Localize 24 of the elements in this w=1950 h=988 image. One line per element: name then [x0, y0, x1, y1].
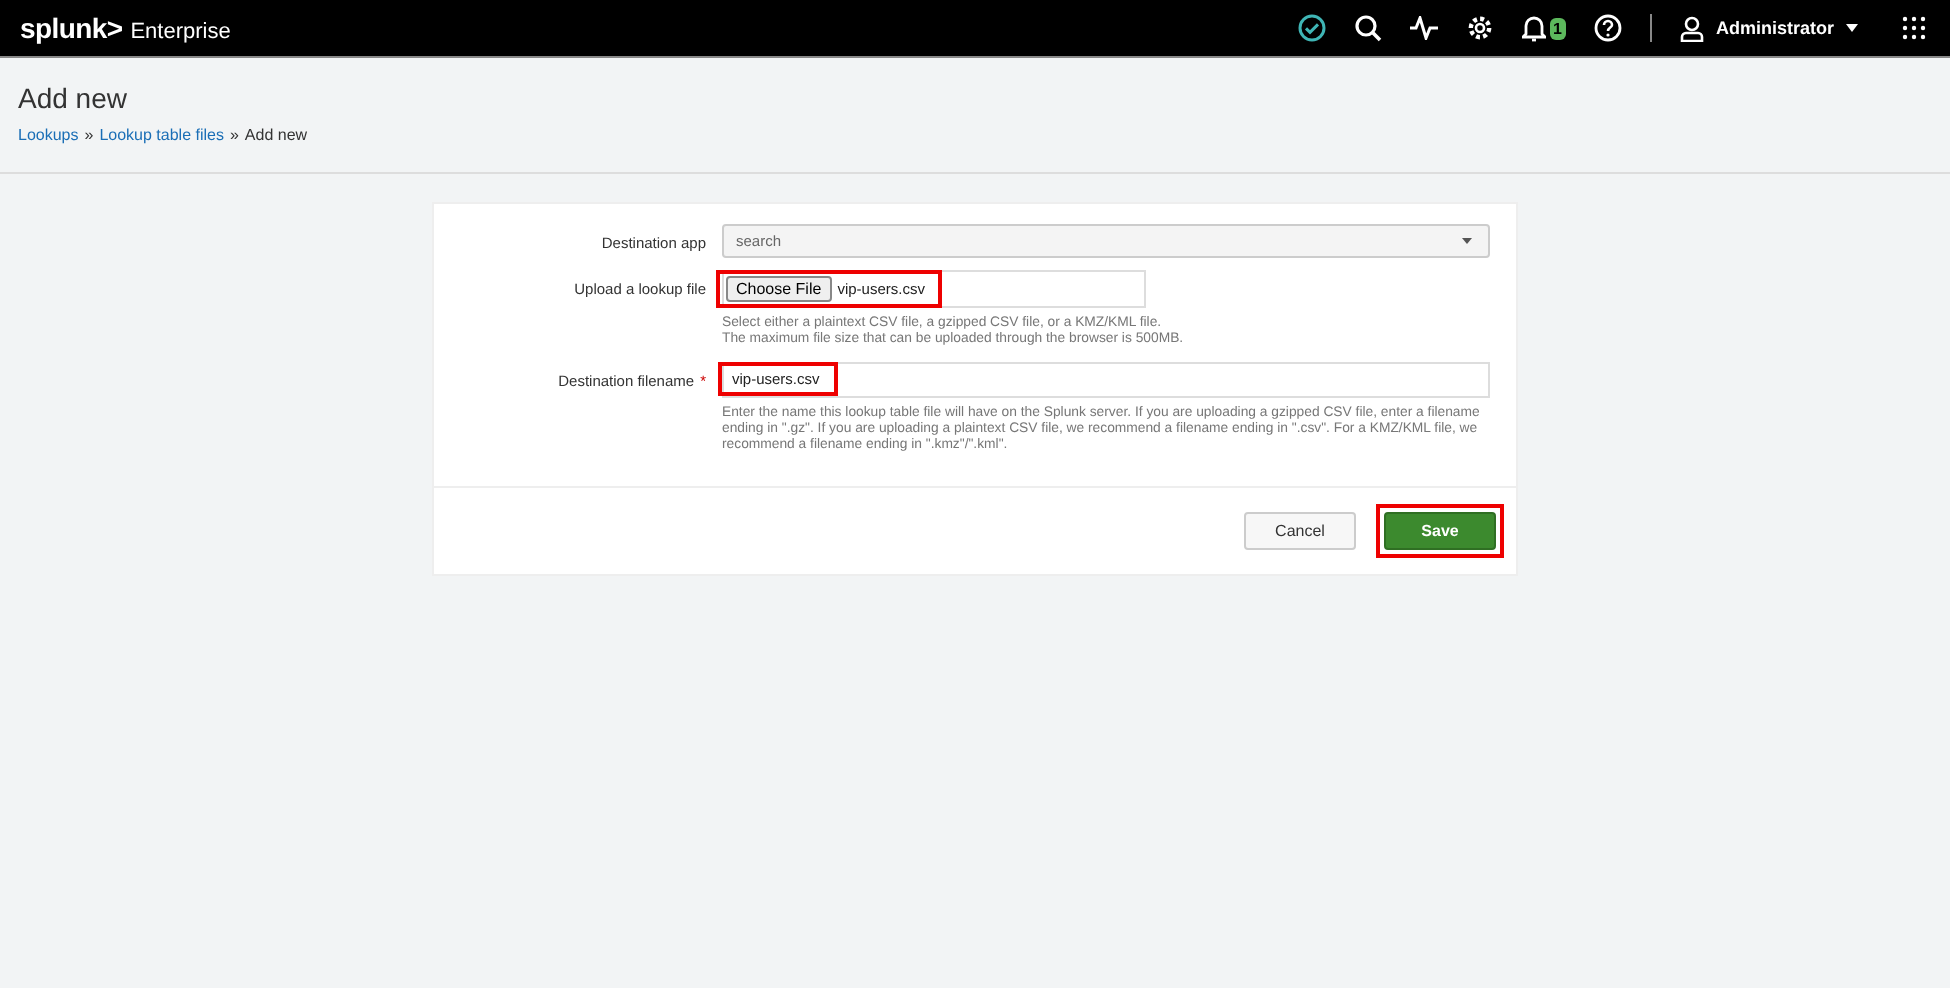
caret-icon — [1846, 24, 1858, 32]
user-menu[interactable]: Administrator — [1679, 15, 1858, 41]
breadcrumb-separator: » — [229, 126, 239, 144]
breadcrumb-current: Add new — [244, 126, 308, 144]
user-name: Administrator — [1715, 18, 1834, 38]
brand-logo[interactable]: splunk> — [20, 12, 123, 44]
help-icon[interactable] — [1593, 14, 1622, 42]
choose-file-button[interactable]: Choose File — [726, 276, 832, 302]
breadcrumb-link[interactable]: Lookup table files — [99, 126, 224, 144]
search-icon[interactable] — [1353, 14, 1382, 42]
breadcrumb-link[interactable]: Lookups — [18, 126, 79, 144]
notification-count: 1 — [1549, 17, 1566, 39]
breadcrumb-separator: » — [84, 126, 94, 144]
cancel-button[interactable]: Cancel — [1244, 512, 1356, 551]
product-name: Enterprise — [130, 20, 231, 44]
page-title: Add new — [18, 82, 129, 114]
health-check-icon[interactable] — [1297, 14, 1326, 42]
activity-icon[interactable] — [1409, 16, 1438, 40]
save-button[interactable]: Save — [1384, 512, 1496, 551]
bell-icon[interactable] — [1521, 14, 1546, 42]
apps-grid-icon[interactable] — [1902, 16, 1926, 40]
settings-icon[interactable] — [1465, 14, 1494, 42]
user-icon — [1679, 15, 1704, 41]
caret-icon — [1462, 238, 1472, 244]
